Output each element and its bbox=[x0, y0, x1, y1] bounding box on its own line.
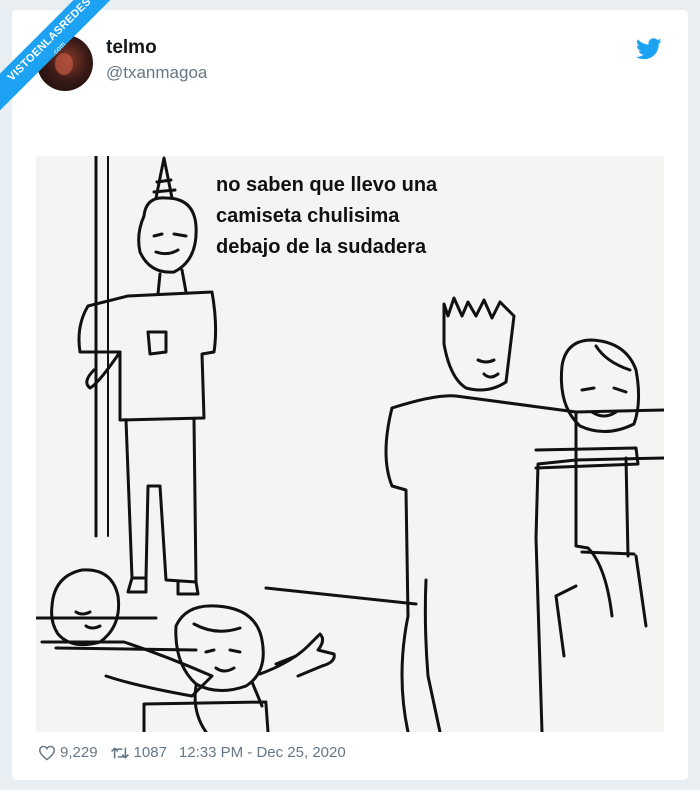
watermark-label: VISTOENLASREDES bbox=[5, 0, 94, 84]
watermark-text: VISTOENLASREDES .com bbox=[0, 0, 128, 118]
retweet-count: 1087 bbox=[133, 744, 167, 761]
meme-caption: no saben que llevo una camiseta chulisim… bbox=[216, 170, 496, 263]
retweet-button[interactable]: 1087 bbox=[110, 744, 167, 761]
tweet-timestamp[interactable]: 12:33 PM - Dec 25, 2020 bbox=[179, 744, 346, 761]
timestamp-text: 12:33 PM - Dec 25, 2020 bbox=[178, 744, 346, 761]
tweet-footer: 9,229 1087 12:33 PM - Dec 25, 2020 bbox=[38, 744, 358, 761]
caption-line-1: no saben que llevo una bbox=[216, 174, 438, 196]
watermark-ribbon: VISTOENLASREDES .com bbox=[0, 0, 150, 150]
retweet-icon bbox=[110, 746, 129, 759]
like-button[interactable]: 9,229 bbox=[38, 744, 98, 761]
heart-icon bbox=[38, 745, 56, 760]
meme-image[interactable]: no saben que llevo una camiseta chulisim… bbox=[36, 156, 664, 732]
caption-line-2: camiseta chulisima bbox=[216, 205, 400, 227]
twitter-bird-icon[interactable] bbox=[636, 38, 662, 60]
like-count: 9,229 bbox=[60, 744, 98, 761]
caption-line-3: debajo de la sudadera bbox=[216, 236, 427, 258]
